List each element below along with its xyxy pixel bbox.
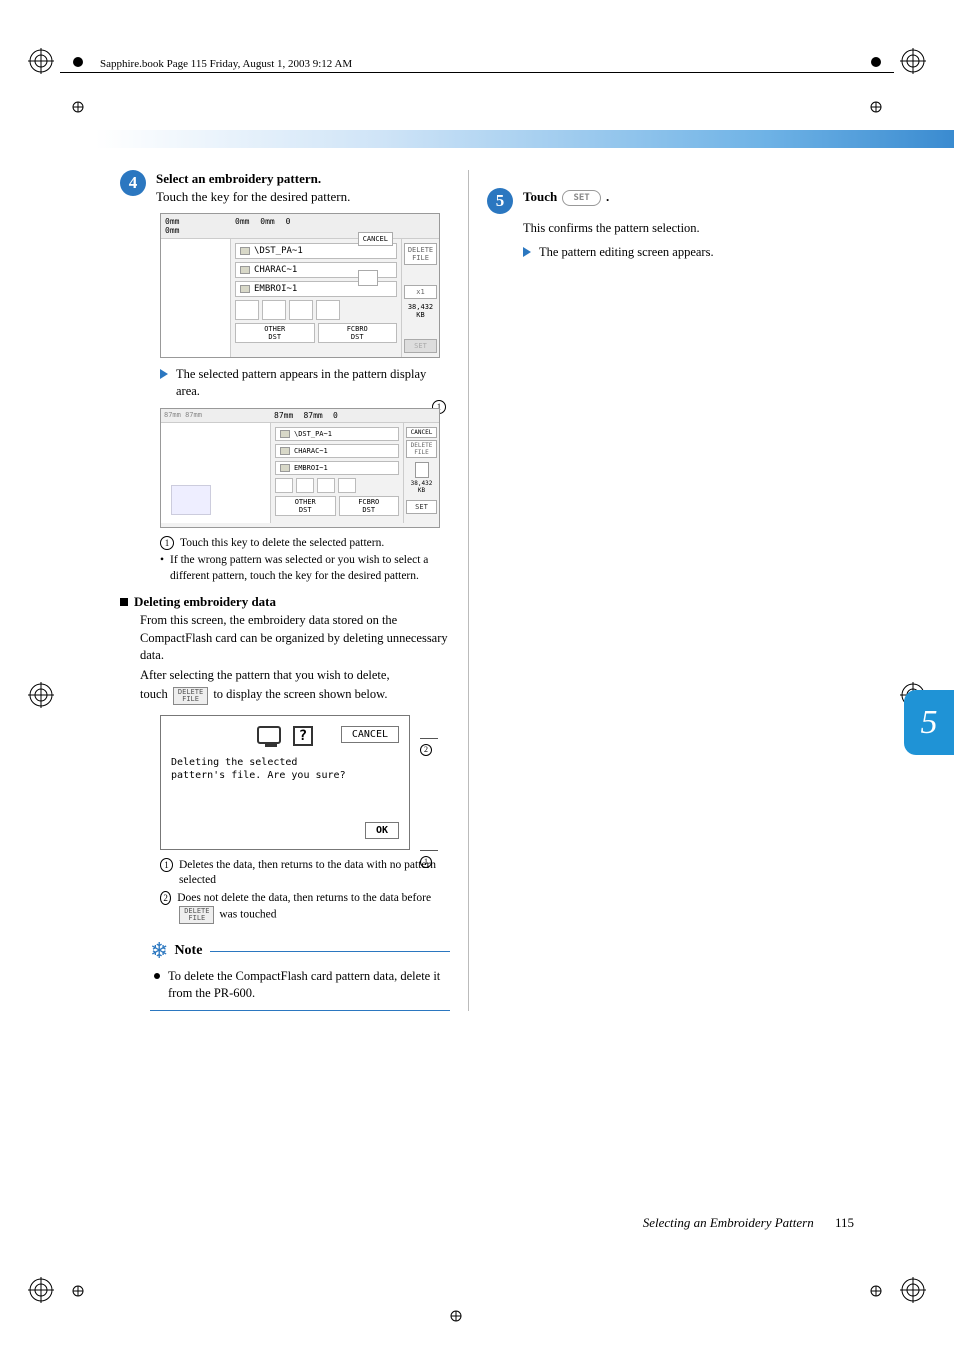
note-label: Note <box>174 943 202 959</box>
delete-file-inline-button: DELETEFILE <box>179 906 214 924</box>
step5-title-b: . <box>606 189 609 204</box>
delete-file-button[interactable]: DELETE FILE <box>404 243 437 265</box>
dialog-cancel-button[interactable]: CANCEL <box>341 726 399 743</box>
delete-file-inline-button: DELETEFILE <box>173 687 208 705</box>
btn-fcbro[interactable]: FCBRODST <box>318 323 398 343</box>
dim-h: 0mm <box>165 217 235 226</box>
zoom-x1[interactable]: x1 <box>404 285 437 299</box>
annotation-1: 1 Touch this key to delete the selected … <box>160 536 450 552</box>
step-4: 4 Select an embroidery pattern. Touch th… <box>120 170 450 205</box>
step-number-5: 5 <box>487 188 513 214</box>
btn-other[interactable]: OTHERDST <box>275 496 336 516</box>
crop-dot <box>870 100 882 112</box>
chapter-tab: 5 <box>904 690 954 755</box>
registration-mark <box>900 48 926 74</box>
registration-mark <box>28 682 54 708</box>
result-selected-pattern: The selected pattern appears in the patt… <box>160 366 450 400</box>
confirm-dialog: CANCEL ? Deleting the selected pattern's… <box>160 715 410 850</box>
column-divider <box>468 170 469 1011</box>
computer-icon <box>257 726 281 744</box>
set-button[interactable]: SET <box>404 339 437 353</box>
header-rule <box>60 72 894 73</box>
question-icon: ? <box>293 726 313 746</box>
snowflake-icon: ❄ <box>150 938 168 964</box>
page-footer: Selecting an Embroidery Pattern 115 <box>643 1215 854 1231</box>
thumb[interactable] <box>289 300 313 320</box>
note-box: ❄ Note To delete the CompactFlash card p… <box>150 938 450 1011</box>
crop-dot <box>450 1309 462 1321</box>
note-body-text: To delete the CompactFlash card pattern … <box>168 968 450 1002</box>
annotation-bullet: • If the wrong pattern was selected or y… <box>160 553 450 584</box>
registration-mark <box>900 1277 926 1303</box>
bullet-icon <box>154 973 160 979</box>
cancel-button[interactable]: CANCEL <box>358 232 393 246</box>
registration-mark <box>28 1277 54 1303</box>
callout-2: 2 <box>420 733 450 756</box>
square-bullet-icon <box>120 598 128 606</box>
top-mm2: 0mm <box>260 217 274 226</box>
delete-para1: From this screen, the embroidery data st… <box>140 612 450 665</box>
step5-result: The pattern editing screen appears. <box>523 244 817 261</box>
btn-fcbro[interactable]: FCBRODST <box>339 496 400 516</box>
ui-screenshot-2: 87mm 87mm 87mm 87mm 0 \DST_PA~1 <box>160 408 440 528</box>
kb-value: 38,432 <box>408 303 433 311</box>
set-button[interactable]: SET <box>406 500 437 514</box>
dialog-message-line2: pattern's file. Are you sure? <box>171 769 399 782</box>
file-charac[interactable]: CHARAC~1 <box>275 444 399 458</box>
callout-1: 1 <box>420 845 450 868</box>
dialog-message-line1: Deleting the selected <box>171 756 399 769</box>
step4-title: Select an embroidery pattern. <box>156 171 321 186</box>
registration-mark <box>28 48 54 74</box>
file-embroi[interactable]: EMBROI~1 <box>275 461 399 475</box>
dim-w2: 87mm <box>185 411 202 419</box>
kb-unit: KB <box>416 311 424 319</box>
step4-subtitle: Touch the key for the desired pattern. <box>156 189 350 204</box>
crop-dot <box>72 1284 84 1296</box>
cancel-button[interactable]: CANCEL <box>406 427 437 438</box>
step-number-4: 4 <box>120 170 146 196</box>
crop-dot <box>72 55 84 67</box>
crop-dot <box>72 100 84 112</box>
triangle-bullet-icon <box>523 247 531 257</box>
up-folder-button[interactable] <box>358 270 378 286</box>
print-header: Sapphire.book Page 115 Friday, August 1,… <box>100 58 352 70</box>
thumb[interactable] <box>262 300 286 320</box>
step5-p1: This confirms the pattern selection. <box>523 220 817 238</box>
pattern-preview <box>171 485 211 515</box>
header-gradient <box>0 130 954 148</box>
dim-h2: 87mm <box>164 411 181 419</box>
crop-dot <box>870 55 882 67</box>
path-row[interactable]: \DST_PA~1 <box>275 427 399 441</box>
delete-file-button[interactable]: DELETE FILE <box>406 440 437 458</box>
delete-para2a: After selecting the pattern that you wis… <box>140 667 450 685</box>
crop-dot <box>870 1284 882 1296</box>
thumb[interactable] <box>235 300 259 320</box>
footer-title: Selecting an Embroidery Pattern <box>643 1215 814 1230</box>
delete-para2b: touch DELETEFILE to display the screen s… <box>140 686 450 704</box>
top-n: 0 <box>286 217 291 226</box>
dim-w: 0mm <box>165 226 235 235</box>
btn-other[interactable]: OTHERDST <box>235 323 315 343</box>
section-deleting-data: Deleting embroidery data <box>120 594 450 610</box>
step5-title-a: Touch <box>523 189 560 204</box>
thumb[interactable] <box>316 300 340 320</box>
dialog-anno-2: 2 Does not delete the data, then returns… <box>160 891 450 925</box>
ui-screenshot-1: 0mm 0mm 0mm 0mm 0 \DST_PA~1 CHARAC~1 EMB… <box>160 213 440 358</box>
dialog-ok-button[interactable]: OK <box>365 822 399 839</box>
footer-page-number: 115 <box>835 1215 854 1230</box>
triangle-bullet-icon <box>160 369 168 379</box>
dialog-anno-1: 1 Deletes the data, then returns to the … <box>160 858 450 889</box>
set-pill-button: SET <box>562 190 600 206</box>
top-mm1: 0mm <box>235 217 249 226</box>
card-icon <box>415 462 429 478</box>
step-5: 5 Touch SET . <box>487 188 817 214</box>
